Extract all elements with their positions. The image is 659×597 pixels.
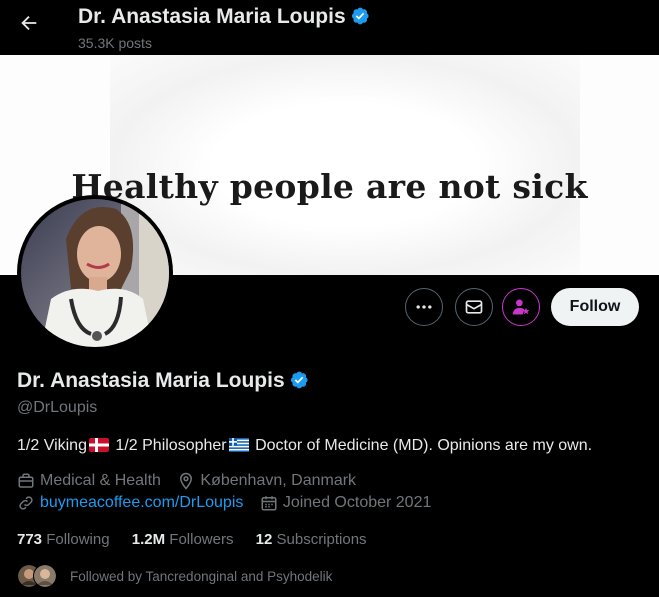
post-count: 35.3K posts [78, 35, 152, 51]
calendar-icon [261, 496, 277, 511]
header-name: Dr. Anastasia Maria Loupis [78, 5, 346, 28]
avatar-image [21, 199, 169, 347]
joined-text: Joined October 2021 [282, 494, 432, 511]
followed-by-row[interactable]: Followed by Tancredonginal and Psyhodeli… [17, 564, 332, 588]
profile-name-row: Dr. Anastasia Maria Loupis [17, 369, 309, 393]
more-button[interactable] [405, 288, 443, 326]
bio-text-2: 1/2 Philosopher [110, 437, 227, 454]
following-count: 773 [17, 531, 43, 548]
followers-stat[interactable]: 1.2M Followers [132, 531, 234, 548]
subscribe-button[interactable] [502, 288, 540, 326]
location-text: København, Danmark [200, 472, 357, 489]
subscriptions-count: 12 [255, 531, 273, 548]
profile-location: København, Danmark [177, 472, 356, 490]
profile-stats: 773 Following 1.2M Followers 12 Subscrip… [17, 531, 385, 548]
follow-button[interactable]: Follow [551, 288, 639, 326]
top-bar: Dr. Anastasia Maria Loupis 35.3K posts [0, 0, 659, 55]
profile-joined: Joined October 2021 [260, 494, 432, 512]
profile-name: Dr. Anastasia Maria Loupis [17, 369, 285, 392]
followed-by-text: Followed by Tancredonginal and Psyhodeli… [70, 568, 333, 584]
follower-avatar [33, 564, 57, 588]
more-icon [416, 305, 432, 309]
bio-text-3: Doctor of Medicine (MD). Opinions are my… [250, 437, 593, 454]
subscriptions-label: Subscriptions [276, 531, 367, 548]
mail-icon [465, 300, 483, 314]
subscribe-icon [512, 299, 530, 315]
website-link[interactable]: buymeacoffee.com/DrLoupis [40, 494, 243, 512]
followed-by-avatars [17, 564, 57, 588]
bio-text-1: 1/2 Viking [17, 437, 87, 454]
briefcase-icon [18, 473, 34, 488]
profile-bio: 1/2 Viking 1/2 Philosopher Doctor of Med… [17, 437, 592, 455]
profile-meta-row-2: buymeacoffee.com/DrLoupis Joined October… [17, 494, 443, 517]
category-text: Medical & Health [40, 472, 161, 489]
greece-flag-icon [228, 438, 249, 452]
location-icon [180, 472, 193, 490]
header-title: Dr. Anastasia Maria Loupis [78, 5, 370, 29]
verified-icon [351, 7, 369, 25]
verified-icon[interactable] [289, 370, 309, 390]
back-arrow-icon[interactable] [16, 12, 42, 38]
followers-count: 1.2M [131, 531, 166, 548]
denmark-flag-icon [88, 438, 109, 452]
avatar[interactable] [17, 195, 173, 351]
subscriptions-stat[interactable]: 12 Subscriptions [256, 531, 367, 548]
message-button[interactable] [455, 288, 493, 326]
profile-handle: @DrLoupis [17, 399, 98, 416]
banner-backdrop [110, 55, 580, 275]
profile-meta-row-1: Medical & Health København, Danmark [17, 472, 368, 495]
following-label: Following [46, 531, 110, 548]
following-stat[interactable]: 773 Following [17, 531, 110, 548]
followers-label: Followers [169, 531, 234, 548]
profile-website: buymeacoffee.com/DrLoupis [17, 494, 243, 512]
profile-category: Medical & Health [17, 472, 161, 490]
link-icon [19, 496, 33, 510]
